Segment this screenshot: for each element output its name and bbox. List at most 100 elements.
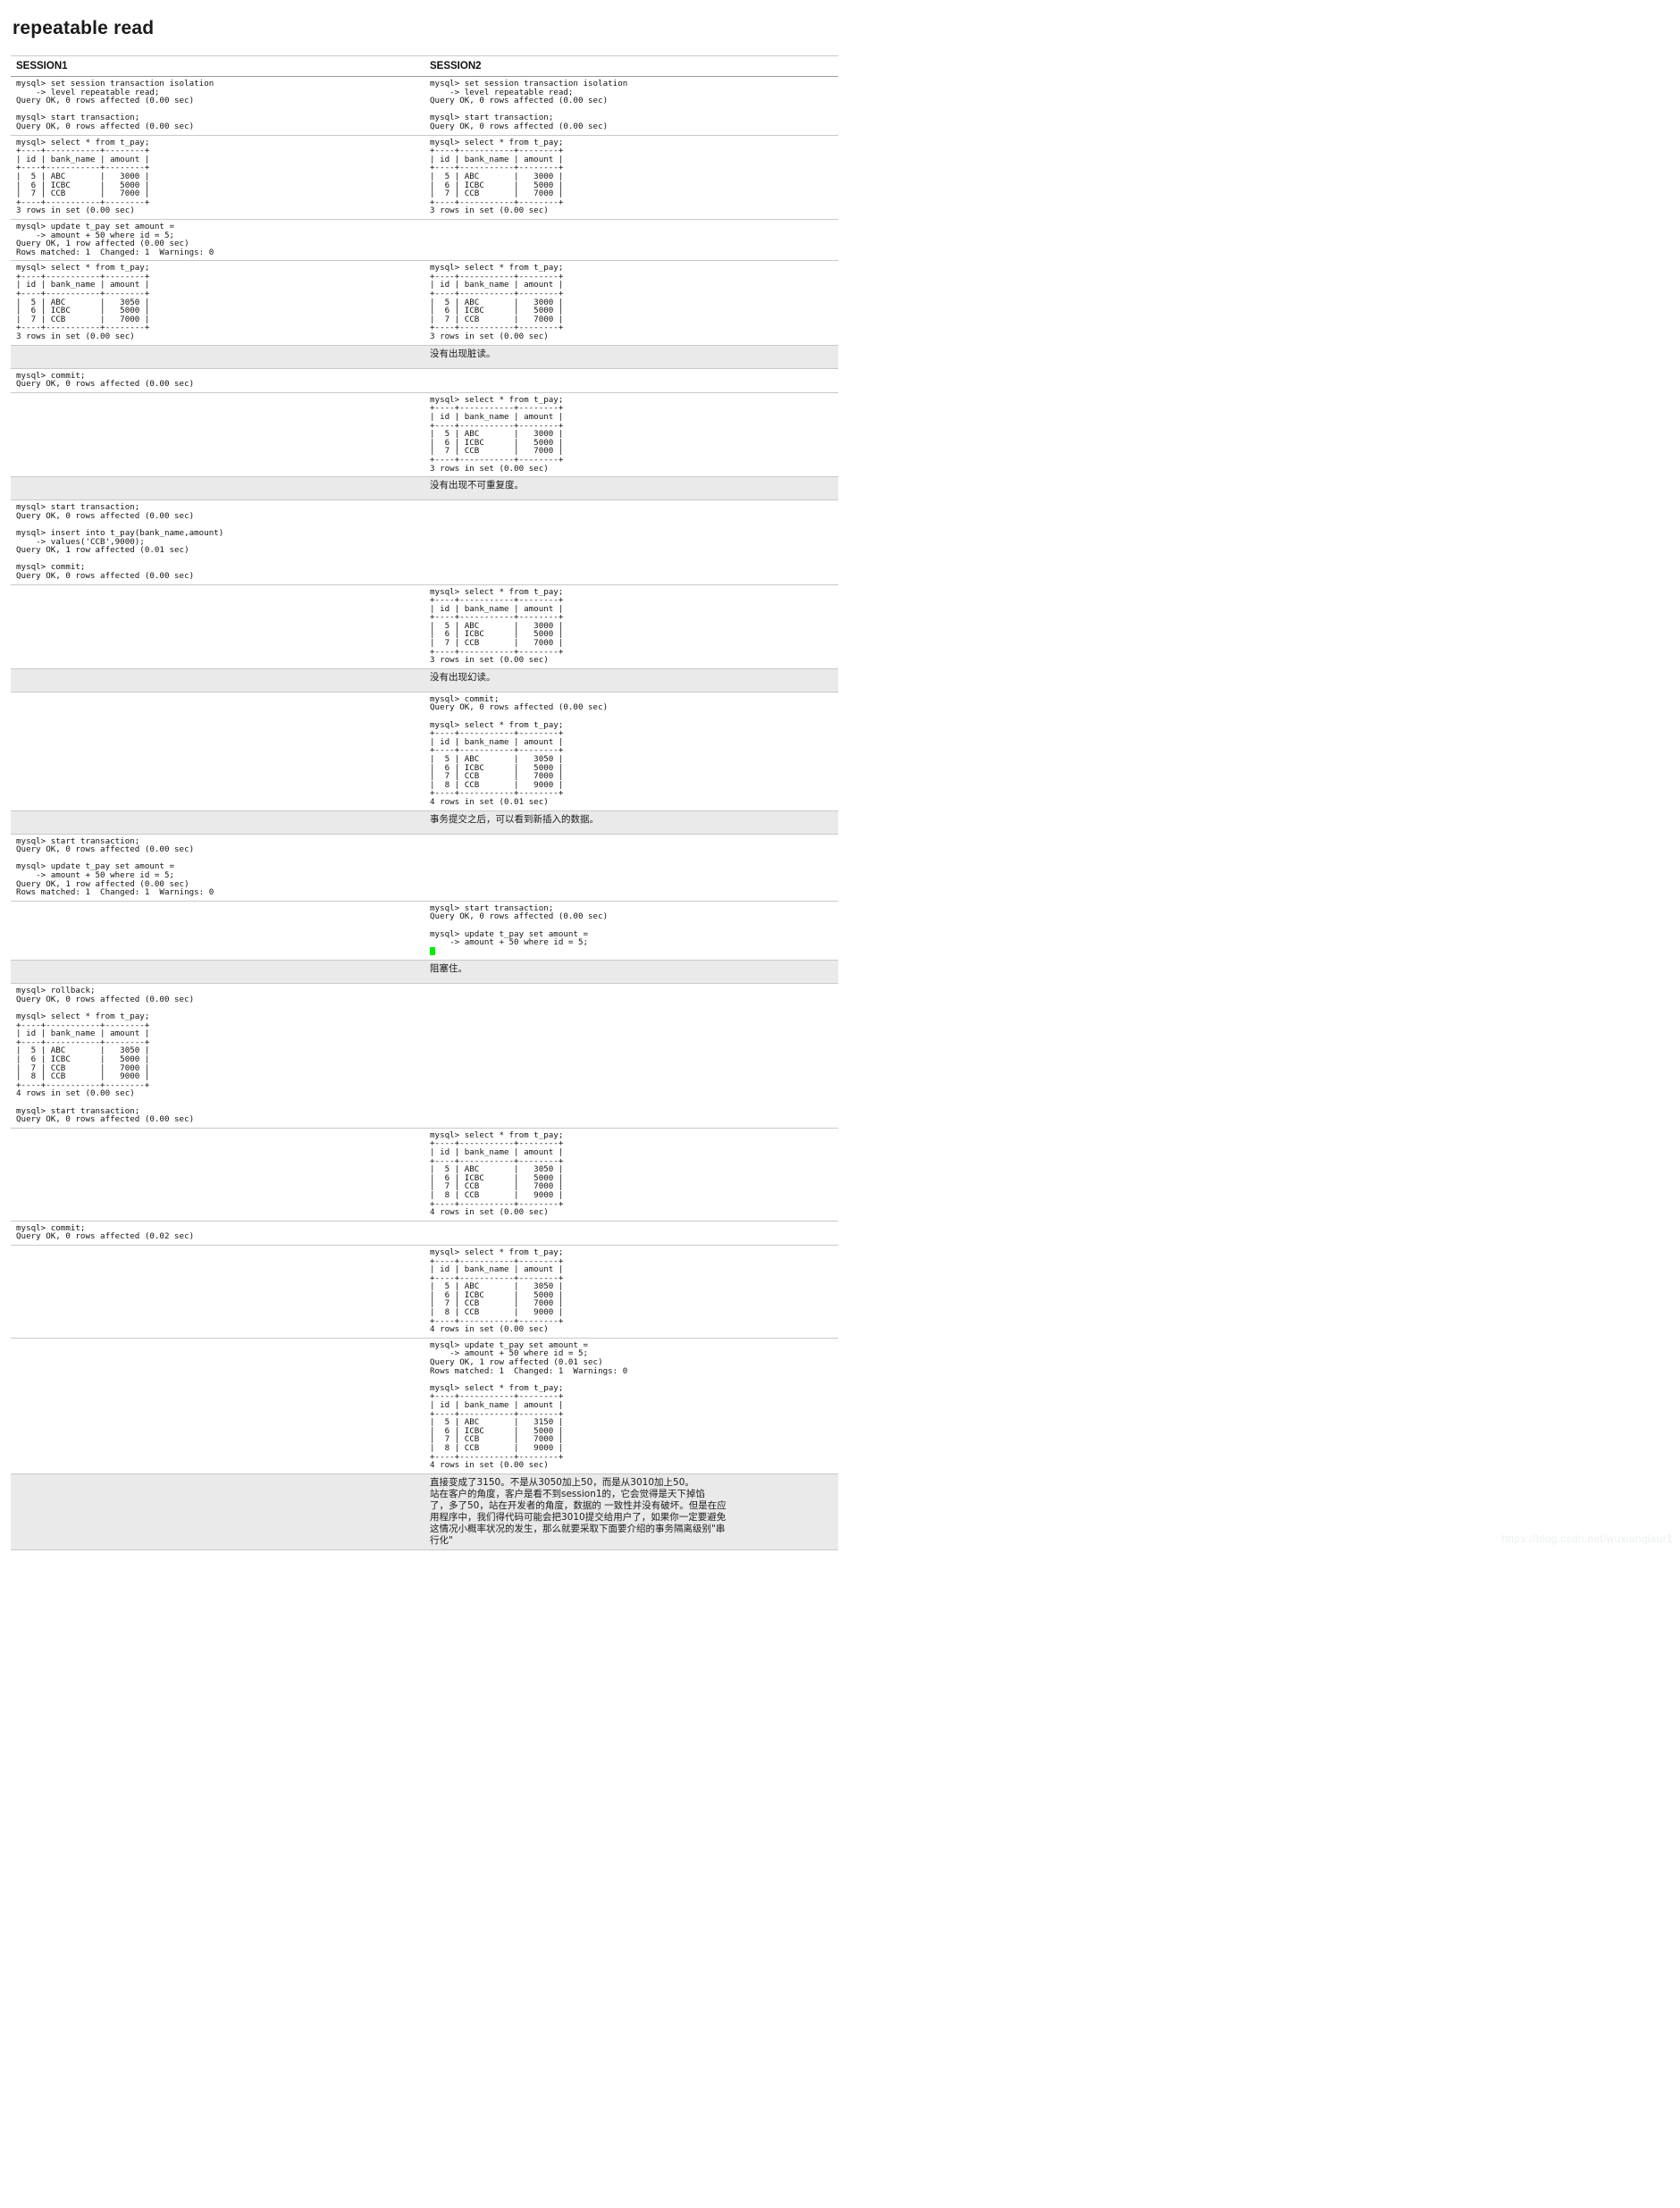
session1-terminal-output: [11, 1246, 269, 1261]
session1-terminal-output: [11, 1129, 269, 1144]
session1-gutter: [269, 500, 424, 584]
session2-gutter: [683, 76, 838, 136]
session2-terminal-cell: [424, 983, 683, 1129]
session1-terminal-cell: mysql> rollback; Query OK, 0 rows affect…: [11, 983, 269, 1129]
terminal-row: mysql> select * from t_pay; +----+------…: [11, 260, 838, 346]
session2-gutter: [683, 583, 838, 669]
session1-terminal-cell: [11, 1244, 269, 1339]
annotation-text: 没有出现幻读。: [430, 671, 496, 683]
annotation-spacer-session1: [11, 667, 424, 693]
session2-terminal-cell: mysql> select * from t_pay; +----+------…: [424, 583, 683, 669]
terminal-row: mysql> select * from t_pay; +----+------…: [11, 1127, 838, 1222]
session2-terminal-cell: mysql> start transaction; Query OK, 0 ro…: [424, 900, 683, 961]
session2-terminal-cell: mysql> select * from t_pay; +----+------…: [424, 1127, 683, 1222]
session1-gutter: [269, 134, 424, 220]
annotation-text: 直接变成了3150。不是从3050加上50，而是从3010加上50。 站在客户的…: [430, 1476, 727, 1546]
session2-terminal-cell: mysql> set session transaction isolation…: [424, 76, 683, 136]
terminal-row: mysql> commit; Query OK, 0 rows affected…: [11, 691, 838, 811]
session2-gutter: [683, 983, 838, 1129]
annotation-text: 事务提交之后，可以看到新插入的数据。: [430, 813, 599, 825]
session2-terminal-output: mysql> update t_pay set amount = -> amou…: [430, 1339, 628, 1471]
session-comparison-table: SESSION1 SESSION2 mysql> set session tra…: [11, 55, 838, 1550]
session1-gutter: [269, 1220, 424, 1246]
terminal-row: mysql> start transaction; Query OK, 0 ro…: [11, 500, 838, 584]
session2-terminal-output: [424, 1222, 683, 1237]
terminal-row: mysql> select * from t_pay; +----+------…: [11, 391, 838, 477]
annotation-text-session2: 阻塞住。: [424, 960, 838, 985]
session1-terminal-cell: [11, 583, 269, 669]
session1-terminal-output: mysql> select * from t_pay; +----+------…: [16, 137, 150, 216]
annotation-spacer-session1: [11, 1473, 424, 1550]
session1-terminal-output: mysql> update t_pay set amount = -> amou…: [16, 221, 214, 257]
annotation-text-session2: 事务提交之后，可以看到新插入的数据。: [424, 810, 838, 835]
annotation-text-session2: 没有出现幻读。: [424, 667, 838, 693]
terminal-row: mysql> update t_pay set amount = -> amou…: [11, 218, 838, 261]
annotation-row: 直接变成了3150。不是从3050加上50，而是从3010加上50。 站在客户的…: [11, 1473, 838, 1550]
session1-terminal-cell: [11, 1127, 269, 1222]
terminal-row: mysql> commit; Query OK, 0 rows affected…: [11, 1220, 838, 1246]
session1-gutter: [269, 1244, 424, 1339]
session2-terminal-output: mysql> select * from t_pay; +----+------…: [430, 394, 564, 474]
session2-gutter: [683, 1244, 838, 1339]
session1-gutter: [269, 1127, 424, 1222]
session1-gutter: [269, 391, 424, 477]
session1-terminal-output: mysql> commit; Query OK, 0 rows affected…: [16, 370, 195, 390]
session1-gutter: [269, 983, 424, 1129]
session2-terminal-output: [424, 369, 683, 384]
session2-gutter: [683, 691, 838, 811]
terminal-row: mysql> commit; Query OK, 0 rows affected…: [11, 367, 838, 393]
session1-terminal-cell: mysql> update t_pay set amount = -> amou…: [11, 218, 269, 261]
session1-terminal-output: [11, 393, 269, 408]
session1-terminal-cell: mysql> start transaction; Query OK, 0 ro…: [11, 500, 269, 584]
session2-gutter: [683, 218, 838, 261]
column-header-session2: SESSION2: [424, 55, 838, 77]
csdn-watermark: https://blog.csdn.net/wuxianglaur1: [1501, 1532, 1673, 1545]
session1-gutter: [269, 1337, 424, 1474]
annotation-row: 没有出现不可重复度。: [11, 476, 838, 501]
terminal-row: mysql> set session transaction isolation…: [11, 76, 838, 136]
table-head: SESSION1 SESSION2: [11, 55, 838, 77]
session1-gutter: [269, 833, 424, 902]
session2-terminal-output: mysql> select * from t_pay; +----+------…: [430, 1129, 564, 1218]
session2-gutter: [683, 134, 838, 220]
annotation-spacer-session1: [11, 810, 424, 835]
page-title: repeatable read: [13, 18, 155, 38]
session1-terminal-cell: [11, 391, 269, 477]
session1-terminal-output: mysql> start transaction; Query OK, 0 ro…: [16, 835, 214, 898]
session1-terminal-output: [11, 585, 269, 600]
annotation-text-session2: 直接变成了3150。不是从3050加上50，而是从3010加上50。 站在客户的…: [424, 1473, 838, 1550]
session2-terminal-cell: mysql> select * from t_pay; +----+------…: [424, 1244, 683, 1339]
session1-gutter: [269, 218, 424, 261]
session2-gutter: [683, 367, 838, 393]
annotation-row: 事务提交之后，可以看到新插入的数据。: [11, 810, 838, 835]
terminal-row: mysql> select * from t_pay; +----+------…: [11, 134, 838, 220]
session2-terminal-output: [424, 220, 683, 235]
session2-terminal-output: [424, 835, 683, 850]
session1-terminal-output: [11, 1339, 269, 1354]
annotation-spacer-session1: [11, 960, 424, 985]
session2-gutter: [683, 833, 838, 902]
column-header-session1: SESSION1: [11, 55, 424, 77]
session1-terminal-output: mysql> start transaction; Query OK, 0 ro…: [16, 502, 224, 581]
session1-gutter: [269, 691, 424, 811]
annotation-text-session2: 没有出现不可重复度。: [424, 476, 838, 501]
terminal-row: mysql> select * from t_pay; +----+------…: [11, 583, 838, 669]
session2-terminal-cell: [424, 367, 683, 393]
session2-terminal-output: mysql> commit; Query OK, 0 rows affected…: [430, 693, 609, 807]
session1-gutter: [269, 260, 424, 346]
session2-terminal-output: [424, 984, 683, 999]
session2-gutter: [683, 900, 838, 961]
annotation-row: 没有出现幻读。: [11, 667, 838, 693]
session2-terminal-output: mysql> select * from t_pay; +----+------…: [430, 263, 564, 342]
session2-gutter: [683, 391, 838, 477]
session2-terminal-output: mysql> start transaction; Query OK, 0 ro…: [424, 902, 683, 961]
page-root: repeatable read SESSION1 SESSION2 mysql>…: [0, 0, 1680, 1550]
session1-terminal-cell: mysql> start transaction; Query OK, 0 ro…: [11, 833, 269, 902]
session2-gutter: [683, 260, 838, 346]
annotation-row: 没有出现脏读。: [11, 344, 838, 369]
terminal-row: mysql> rollback; Query OK, 0 rows affect…: [11, 983, 838, 1129]
annotation-row: 阻塞住。: [11, 960, 838, 985]
session1-terminal-output: mysql> commit; Query OK, 0 rows affected…: [16, 1222, 195, 1242]
annotation-spacer-session1: [11, 476, 424, 501]
session2-terminal-output: mysql> select * from t_pay; +----+------…: [430, 1247, 564, 1335]
